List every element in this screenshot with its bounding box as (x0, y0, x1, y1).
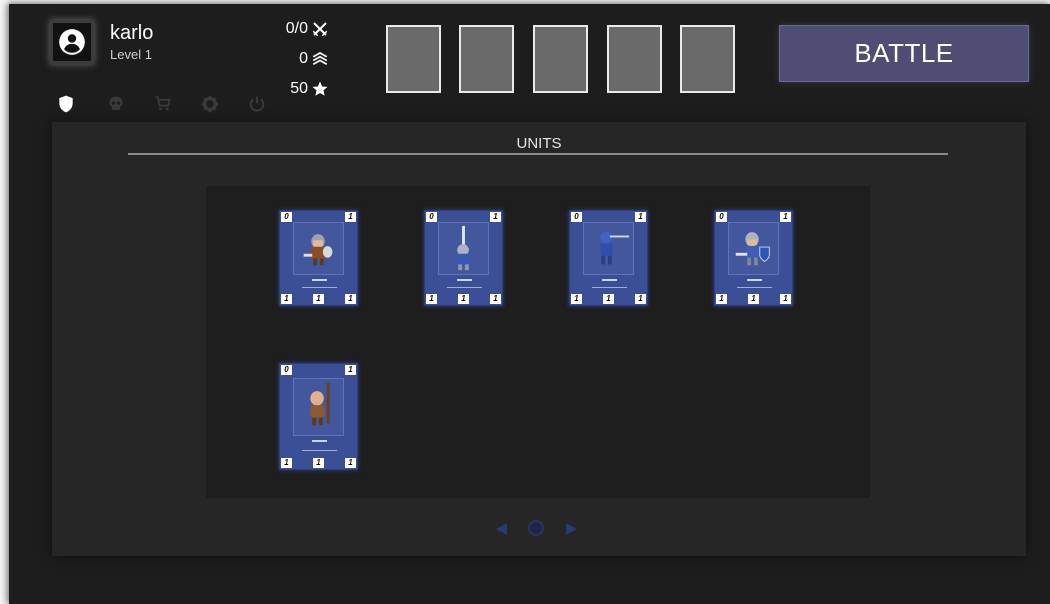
deck-slot[interactable] (459, 25, 514, 93)
card-level-badge: 1 (345, 212, 356, 222)
sword-and-shield-knight-icon (735, 232, 770, 266)
card-name-text (457, 279, 472, 281)
unit-portrait (293, 378, 344, 436)
skull-icon (109, 96, 123, 110)
card-description-text (302, 287, 337, 288)
stars-stat: 50 (290, 78, 329, 100)
card-stat-badge: 1 (281, 458, 292, 468)
unit-card[interactable]: 0 1 1 1 1 (569, 210, 648, 306)
card-stat-badge: 1 (313, 294, 324, 304)
card-stat-badge: 1 (458, 294, 469, 304)
card-level-badge: 1 (345, 365, 356, 375)
card-description-text (447, 287, 482, 288)
card-cost-badge: 0 (281, 365, 292, 375)
staff-peasant-icon (310, 382, 330, 426)
title-divider (128, 153, 948, 155)
card-stat-badge: 1 (716, 294, 727, 304)
card-cost-badge: 0 (426, 212, 437, 222)
game-window: karlo Level 1 0/0 0 50 BATTLE UNITS 0 1 … (9, 4, 1050, 604)
rank-stat: 0 (299, 48, 329, 70)
card-stat-badge: 1 (426, 294, 437, 304)
card-stat-badge: 1 (490, 294, 501, 304)
deck-slot[interactable] (533, 25, 588, 93)
pagination (496, 520, 584, 538)
card-name-text (747, 279, 762, 281)
rank-count: 0 (299, 50, 308, 67)
unit-portrait (583, 222, 634, 275)
card-cost-badge: 0 (281, 212, 292, 222)
units-title: UNITS (516, 135, 562, 152)
battle-button[interactable]: BATTLE (779, 25, 1029, 82)
deck-slot[interactable] (607, 25, 662, 93)
spear-knight-icon (600, 231, 630, 265)
unit-card[interactable]: 0 1 1 1 1 (424, 210, 503, 306)
card-stat-badge: 1 (345, 294, 356, 304)
battles-stat: 0/0 (286, 18, 329, 40)
nav-units-button[interactable] (56, 94, 76, 114)
unit-card[interactable]: 0 1 1 1 1 (279, 210, 358, 306)
crossed-swords-icon (312, 22, 328, 37)
card-stat-badge: 1 (780, 294, 791, 304)
star-icon (312, 81, 328, 96)
profile-button[interactable] (50, 20, 94, 64)
unit-card-grid: 0 1 1 1 1 0 1 1 1 1 0 1 1 1 1 0 1 1 1 1 … (206, 186, 870, 498)
card-stat-badge: 1 (345, 458, 356, 468)
card-name-text (312, 440, 327, 442)
page-indicator-dot[interactable] (528, 520, 544, 536)
card-level-badge: 1 (780, 212, 791, 222)
card-name-text (602, 279, 617, 281)
sword-knight-icon (457, 225, 470, 271)
next-page-arrow-icon[interactable] (566, 523, 577, 535)
card-cost-badge: 0 (571, 212, 582, 222)
user-avatar-icon (59, 29, 85, 55)
shield-icon (59, 95, 73, 113)
card-description-text (592, 287, 627, 288)
nav-enemies-button[interactable] (106, 94, 126, 114)
card-level-badge: 1 (635, 212, 646, 222)
unit-card[interactable]: 0 1 1 1 1 (714, 210, 793, 306)
card-description-text (302, 450, 337, 451)
rank-chevrons-icon (312, 52, 328, 66)
cart-icon (155, 96, 171, 111)
card-cost-badge: 0 (716, 212, 727, 222)
card-stat-badge: 1 (603, 294, 614, 304)
previous-page-arrow-icon[interactable] (496, 523, 507, 535)
battles-count: 0/0 (285, 20, 308, 37)
gear-icon (201, 95, 219, 113)
units-panel: UNITS 0 1 1 1 1 0 1 1 1 1 0 1 1 1 1 0 1 … (52, 122, 1026, 556)
card-stat-badge: 1 (748, 294, 759, 304)
nav-settings-button[interactable] (200, 94, 220, 114)
stars-count: 50 (290, 80, 308, 97)
deck-slot[interactable] (680, 25, 735, 93)
unit-card[interactable]: 0 1 1 1 1 (279, 363, 358, 470)
deck-slot[interactable] (386, 25, 441, 93)
card-stat-badge: 1 (313, 458, 324, 468)
resource-stats: 0/0 0 50 (249, 18, 329, 108)
card-level-badge: 1 (490, 212, 501, 222)
card-description-text (737, 287, 772, 288)
card-stat-badge: 1 (635, 294, 646, 304)
card-stat-badge: 1 (571, 294, 582, 304)
player-name: karlo (110, 22, 154, 44)
player-level: Level 1 (110, 47, 152, 62)
nav-shop-button[interactable] (153, 94, 173, 114)
unit-portrait (293, 222, 344, 275)
unit-portrait (438, 222, 489, 275)
helmeted-axe-warrior-icon (303, 234, 333, 266)
unit-portrait (728, 222, 779, 275)
card-stat-badge: 1 (281, 294, 292, 304)
card-name-text (312, 279, 327, 281)
